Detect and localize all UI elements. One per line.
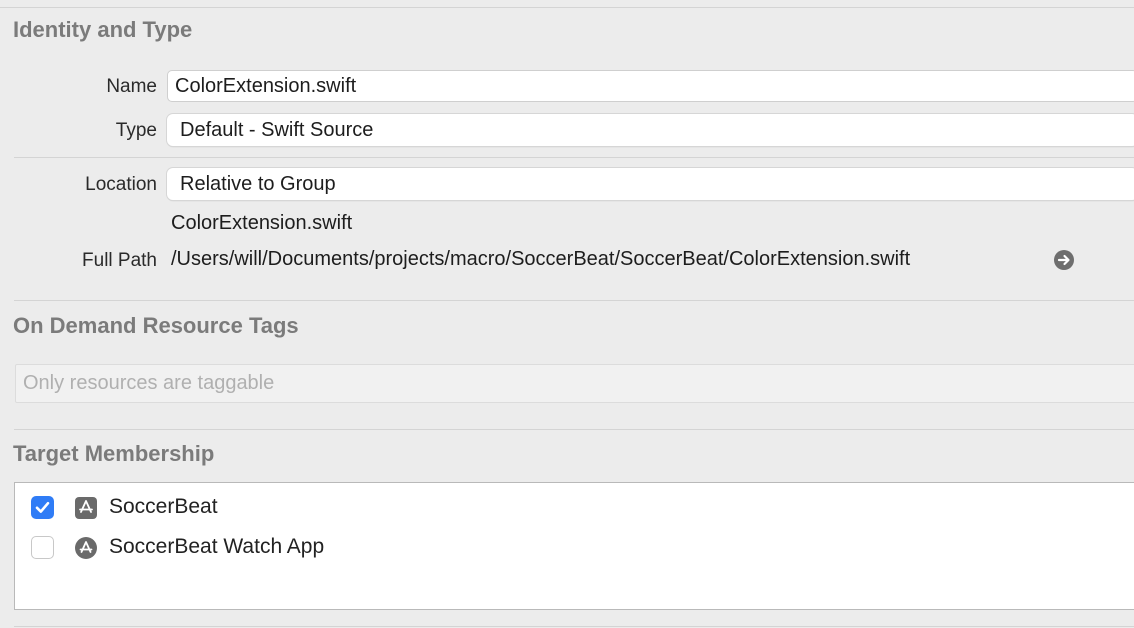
list-item[interactable]: SoccerBeat Watch App: [15, 530, 1134, 564]
name-label: Name: [106, 76, 157, 97]
divider: [0, 7, 1134, 8]
on-demand-title: On Demand Resource Tags: [13, 313, 299, 338]
arrow-right-circle-icon[interactable]: [1054, 250, 1074, 270]
full-path-value: /Users/will/Documents/projects/macro/Soc…: [171, 248, 911, 270]
full-path-label: Full Path: [82, 250, 157, 271]
list-item[interactable]: SoccerBeat: [15, 490, 1134, 524]
type-popup[interactable]: Default - Swift Source: [167, 114, 1134, 146]
divider: [14, 429, 1134, 430]
watch-app-icon: [75, 537, 97, 559]
divider: [14, 626, 1134, 627]
divider: [14, 300, 1134, 301]
divider: [14, 157, 1134, 158]
tags-field: Only resources are taggable: [15, 364, 1134, 403]
target-list: SoccerBeat SoccerBeat Watch App: [14, 482, 1134, 610]
location-popup[interactable]: Relative to Group: [167, 168, 1134, 200]
type-label: Type: [115, 120, 157, 141]
checkbox-unchecked[interactable]: [31, 536, 54, 559]
name-field[interactable]: ColorExtension.swift: [167, 70, 1134, 102]
target-label: SoccerBeat Watch App: [109, 535, 325, 558]
identity-type-title: Identity and Type: [13, 17, 193, 42]
app-store-icon: [75, 497, 97, 519]
relative-filename: ColorExtension.swift: [171, 212, 353, 234]
file-inspector: Identity and Type Name ColorExtension.sw…: [0, 0, 1134, 628]
target-membership-title: Target Membership: [13, 441, 215, 466]
checkbox-checked[interactable]: [31, 496, 54, 519]
target-label: SoccerBeat: [109, 495, 218, 518]
location-label: Location: [85, 174, 157, 195]
